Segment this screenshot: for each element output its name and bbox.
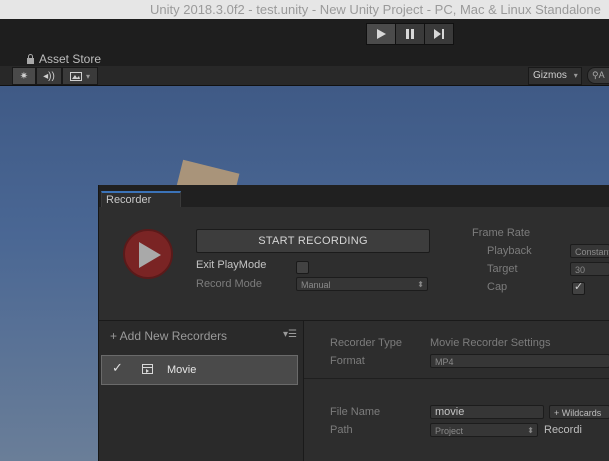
playback-label: Playback (487, 245, 532, 257)
path-folder-field[interactable]: Recordi (544, 424, 582, 436)
chevron-down-icon: ▾ (573, 71, 578, 80)
add-new-recorders-button[interactable]: + Add New Recorders (110, 329, 227, 343)
tab-recorder-label: Recorder (106, 194, 152, 206)
step-icon (434, 29, 444, 39)
movie-clapper-icon (142, 364, 153, 374)
target-label: Target (487, 263, 518, 275)
scene-search-field[interactable]: ⚲A (587, 67, 609, 84)
exit-playmode-checkbox[interactable] (296, 261, 309, 274)
pause-button[interactable] (395, 23, 425, 45)
menu-icon[interactable]: ▾☰ (283, 329, 297, 340)
window-titlebar: Unity 2018.3.0f2 - test.unity - New Unit… (0, 0, 609, 19)
chevron-down-icon: ▾ (85, 71, 90, 81)
recorder-tabbar: Recorder (99, 185, 609, 207)
recorder-list-panel: + Add New Recorders ▾☰ ✓ Movie (99, 321, 304, 461)
playback-dropdown[interactable]: Constant (570, 244, 609, 258)
asset-store-tab[interactable]: Asset Store (26, 52, 101, 66)
recorder-controls-panel: START RECORDING Exit PlayMode Record Mod… (99, 207, 609, 321)
format-value: MP4 (435, 357, 454, 367)
search-icon: ⚲ (592, 70, 599, 80)
main-toolbar: Asset Store (0, 19, 609, 66)
start-recording-button[interactable]: START RECORDING (196, 229, 430, 253)
path-root-value: Project (435, 426, 464, 436)
exit-playmode-label: Exit PlayMode (196, 259, 267, 271)
audio-icon: ◂)) (43, 70, 55, 82)
sun-icon: ✷ (19, 70, 29, 82)
scene-search-placeholder: A (598, 70, 605, 80)
wildcards-label: + Wildcards (554, 408, 602, 418)
asset-store-label: Asset Store (39, 52, 102, 66)
file-name-value: movie (435, 406, 465, 418)
window-title: Unity 2018.3.0f2 - test.unity - New Unit… (150, 2, 601, 17)
image-icon (69, 71, 82, 81)
recorder-settings-panel: Recorder Type Movie Recorder Settings Fo… (304, 321, 609, 461)
tab-recorder[interactable]: Recorder (101, 191, 181, 207)
section-divider (304, 378, 609, 379)
record-mode-value: Manual (301, 280, 331, 290)
target-dropdown[interactable]: 30 (570, 262, 609, 276)
chevron-updown-icon: ⬍ (417, 280, 424, 289)
play-icon (139, 242, 161, 268)
record-mode-label: Record Mode (196, 278, 263, 290)
pause-icon (406, 29, 414, 39)
play-controls (366, 23, 454, 45)
scene-effects-dropdown[interactable]: ▾ (62, 67, 98, 85)
chevron-updown-icon: ⬍ (527, 426, 534, 435)
recorder-name: Movie (167, 364, 197, 376)
gizmos-label: Gizmos (533, 70, 567, 81)
target-value: 30 (575, 265, 586, 275)
file-name-field[interactable]: movie (430, 405, 544, 419)
step-button[interactable] (424, 23, 454, 45)
cap-label: Cap (487, 281, 508, 293)
file-name-label: File Name (330, 406, 381, 418)
scene-lighting-toggle[interactable]: ✷ (12, 67, 36, 85)
format-label: Format (330, 355, 365, 367)
recorder-type-label: Recorder Type (330, 337, 402, 349)
recorder-type-value: Movie Recorder Settings (430, 337, 551, 349)
gizmos-dropdown[interactable]: Gizmos ▾ (528, 67, 582, 85)
cap-checkbox[interactable] (572, 280, 585, 295)
record-button[interactable] (123, 229, 173, 279)
play-button[interactable] (366, 23, 396, 45)
recorder-enabled-checkbox[interactable]: ✓ (112, 361, 124, 374)
record-mode-dropdown[interactable]: Manual ⬍ (296, 277, 428, 291)
play-icon (377, 29, 386, 39)
format-dropdown[interactable]: MP4 (430, 354, 609, 368)
list-item[interactable]: ✓ Movie (101, 355, 298, 385)
lock-icon (27, 54, 34, 64)
path-root-dropdown[interactable]: Project ⬍ (430, 423, 538, 437)
wildcards-button[interactable]: + Wildcards (549, 405, 609, 419)
scene-toolbar: ✷ ◂)) ▾ Gizmos ▾ ⚲A (0, 66, 609, 86)
playback-value: Constant (575, 247, 609, 257)
frame-rate-label: Frame Rate (472, 227, 531, 239)
scene-audio-toggle[interactable]: ◂)) (36, 67, 62, 85)
recorder-window: Recorder START RECORDING Exit PlayMode R… (98, 185, 609, 461)
path-label: Path (330, 424, 353, 436)
